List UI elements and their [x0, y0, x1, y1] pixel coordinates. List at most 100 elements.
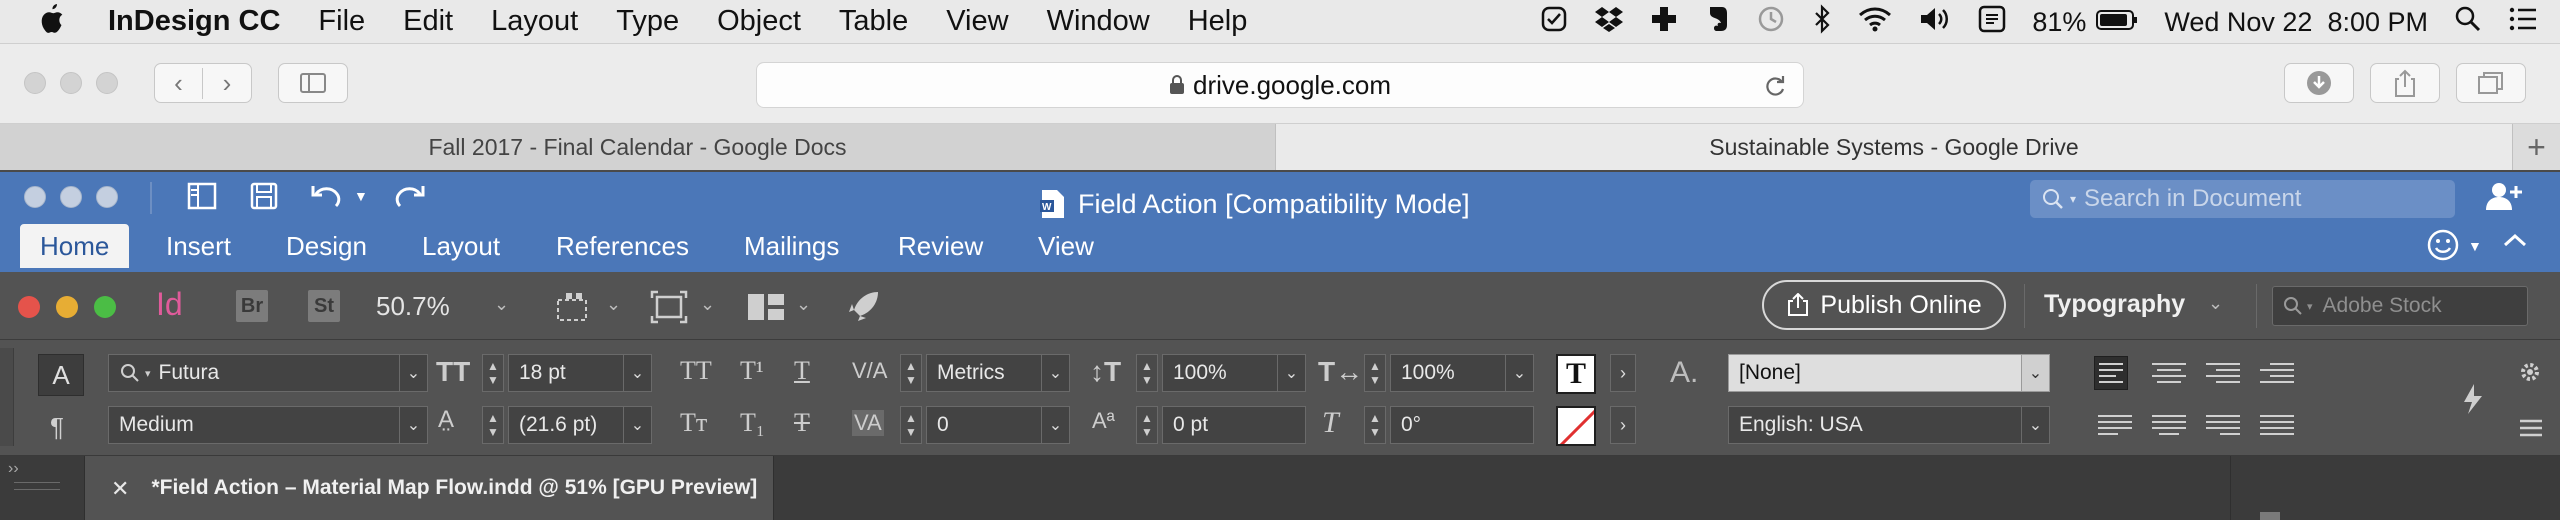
fill-swatch[interactable]: T [1556, 354, 1596, 394]
search-options-chevron-icon[interactable]: ▾ [2070, 192, 2076, 206]
publish-online-button[interactable]: Publish Online [1762, 280, 2006, 330]
stroke-swatch[interactable] [1556, 406, 1596, 446]
justify-center-button[interactable] [2152, 408, 2186, 442]
workspace-switcher[interactable]: Typography [2044, 290, 2185, 319]
volume-icon[interactable] [1918, 5, 1952, 40]
justify-left-button[interactable] [2098, 408, 2132, 442]
arrange-documents-icon[interactable] [746, 292, 786, 327]
indesign-close-button[interactable] [18, 296, 40, 318]
kerning-dropdown-chevron-icon[interactable]: ⌄ [1041, 355, 1069, 391]
bridge-button[interactable]: Br [236, 290, 268, 322]
ribbon-tab-references[interactable]: References [556, 226, 689, 266]
ribbon-tab-view[interactable]: View [1038, 226, 1094, 266]
document-tab[interactable]: ✕ *Field Action – Material Map Flow.indd… [84, 456, 774, 520]
font-family-dropdown-chevron-icon[interactable]: ⌄ [399, 355, 427, 391]
undo-icon[interactable] [310, 180, 344, 220]
strikethrough-icon[interactable]: T [794, 408, 810, 438]
tab-google-docs[interactable]: Fall 2017 - Final Calendar - Google Docs [0, 124, 1276, 170]
tracking-dropdown-chevron-icon[interactable]: ⌄ [1041, 407, 1069, 443]
kerning-stepper[interactable]: ▲ ▼ [900, 354, 922, 392]
underline-icon[interactable]: T [794, 356, 810, 386]
leading-field[interactable]: (21.6 pt) ⌄ [508, 406, 652, 444]
plus-cross-icon[interactable] [1650, 5, 1678, 40]
vertical-scale-dropdown-chevron-icon[interactable]: ⌄ [1277, 355, 1305, 391]
adobe-stock-app-button[interactable]: St [308, 290, 340, 322]
time-machine-icon[interactable] [1756, 4, 1786, 41]
tab-google-drive[interactable]: Sustainable Systems - Google Drive [1276, 124, 2512, 170]
font-size-field[interactable]: 18 pt ⌄ [508, 354, 652, 392]
ribbon-tab-review[interactable]: Review [898, 226, 983, 266]
back-chevron-icon[interactable]: ‹ [155, 67, 203, 99]
ribbon-tab-home[interactable]: Home [20, 224, 130, 268]
input-menu-icon[interactable] [1978, 5, 2006, 40]
clock-datetime[interactable]: Wed Nov 22 8:00 PM [2164, 7, 2428, 38]
menu-type[interactable]: Type [616, 5, 679, 38]
share-person-icon[interactable] [2484, 180, 2524, 217]
horizontal-scale-field[interactable]: 100% ⌄ [1390, 354, 1534, 392]
menu-file[interactable]: File [318, 5, 365, 38]
font-style-dropdown-chevron-icon[interactable]: ⌄ [399, 407, 427, 443]
safari-minimize-button[interactable] [60, 72, 82, 94]
new-tab-button[interactable]: + [2512, 124, 2560, 170]
align-towards-spine-button[interactable] [2260, 356, 2294, 390]
horizontal-scale-dropdown-chevron-icon[interactable]: ⌄ [1505, 355, 1533, 391]
redo-icon[interactable] [392, 180, 426, 220]
stroke-swatch-menu-chevron-icon[interactable]: › [1610, 406, 1636, 444]
sidebar-panel-icon[interactable] [186, 180, 218, 220]
quick-apply-lightning-icon[interactable] [2460, 382, 2484, 421]
all-caps-icon[interactable]: TT [680, 356, 712, 386]
adobe-stock-search-input[interactable]: ▾ Adobe Stock [2272, 286, 2528, 326]
undo-dropdown-chevron-icon[interactable]: ▼ [354, 188, 368, 204]
close-document-icon[interactable]: ✕ [111, 476, 129, 502]
font-family-field[interactable]: ▾ Futura ⌄ [108, 354, 428, 392]
forward-chevron-icon[interactable]: › [203, 68, 251, 99]
paragraph-formatting-toggle[interactable]: ¶ [50, 412, 64, 443]
indesign-minimize-button[interactable] [56, 296, 78, 318]
reload-icon[interactable] [1763, 74, 1787, 98]
safari-close-button[interactable] [24, 72, 46, 94]
vertical-scale-stepper[interactable]: ▲ ▼ [1136, 354, 1158, 392]
ribbon-tab-insert[interactable]: Insert [166, 226, 231, 266]
menu-layout[interactable]: Layout [491, 5, 578, 38]
tab-overview-button[interactable] [2456, 63, 2526, 103]
view-options-icon[interactable] [556, 290, 596, 329]
language-field[interactable]: English: USA ⌄ [1728, 406, 2050, 444]
spotlight-search-icon[interactable] [2454, 5, 2482, 40]
language-dropdown-chevron-icon[interactable]: ⌄ [2021, 407, 2049, 443]
smiley-feedback-icon[interactable] [2426, 228, 2460, 267]
superscript-icon[interactable]: T¹ [740, 356, 764, 386]
subscript-icon[interactable]: T₁ [740, 408, 765, 438]
menu-table[interactable]: Table [839, 5, 908, 38]
leading-dropdown-chevron-icon[interactable]: ⌄ [623, 407, 651, 443]
panel-menu-icon[interactable] [2518, 418, 2544, 443]
menu-object[interactable]: Object [717, 5, 801, 38]
save-icon[interactable] [248, 180, 280, 220]
word-minimize-button[interactable] [60, 186, 82, 208]
font-size-dropdown-chevron-icon[interactable]: ⌄ [623, 355, 651, 391]
align-left-button[interactable] [2094, 356, 2128, 390]
baseline-shift-stepper[interactable]: ▲ ▼ [1136, 406, 1158, 444]
notification-center-icon[interactable] [2508, 6, 2538, 39]
menu-help[interactable]: Help [1188, 5, 1248, 38]
ribbon-tab-design[interactable]: Design [286, 226, 367, 266]
panel-grip[interactable] [14, 482, 60, 490]
character-formatting-toggle[interactable]: A [38, 354, 84, 396]
feedback-dropdown-chevron-icon[interactable]: ▼ [2468, 238, 2482, 254]
word-zoom-button[interactable] [96, 186, 118, 208]
menu-app-name[interactable]: InDesign CC [108, 5, 280, 38]
dropbox-icon[interactable] [1594, 5, 1624, 40]
safari-zoom-button[interactable] [96, 72, 118, 94]
arrange-documents-chevron-icon[interactable]: ⌄ [796, 294, 811, 315]
battery-icon[interactable] [2096, 7, 2138, 38]
checkbox-status-icon[interactable] [1540, 5, 1568, 40]
font-size-stepper[interactable]: ▲ ▼ [482, 354, 504, 392]
character-style-field[interactable]: [None] ⌄ [1728, 354, 2050, 392]
wifi-icon[interactable] [1858, 6, 1892, 39]
menu-edit[interactable]: Edit [403, 5, 453, 38]
collapse-ribbon-chevron-icon[interactable] [2502, 230, 2528, 255]
address-bar[interactable]: drive.google.com [756, 62, 1804, 108]
view-options-chevron-icon[interactable]: ⌄ [606, 294, 621, 315]
menu-view[interactable]: View [946, 5, 1008, 38]
tracking-field[interactable]: 0 ⌄ [926, 406, 1070, 444]
baseline-shift-field[interactable]: 0 pt [1162, 406, 1306, 444]
